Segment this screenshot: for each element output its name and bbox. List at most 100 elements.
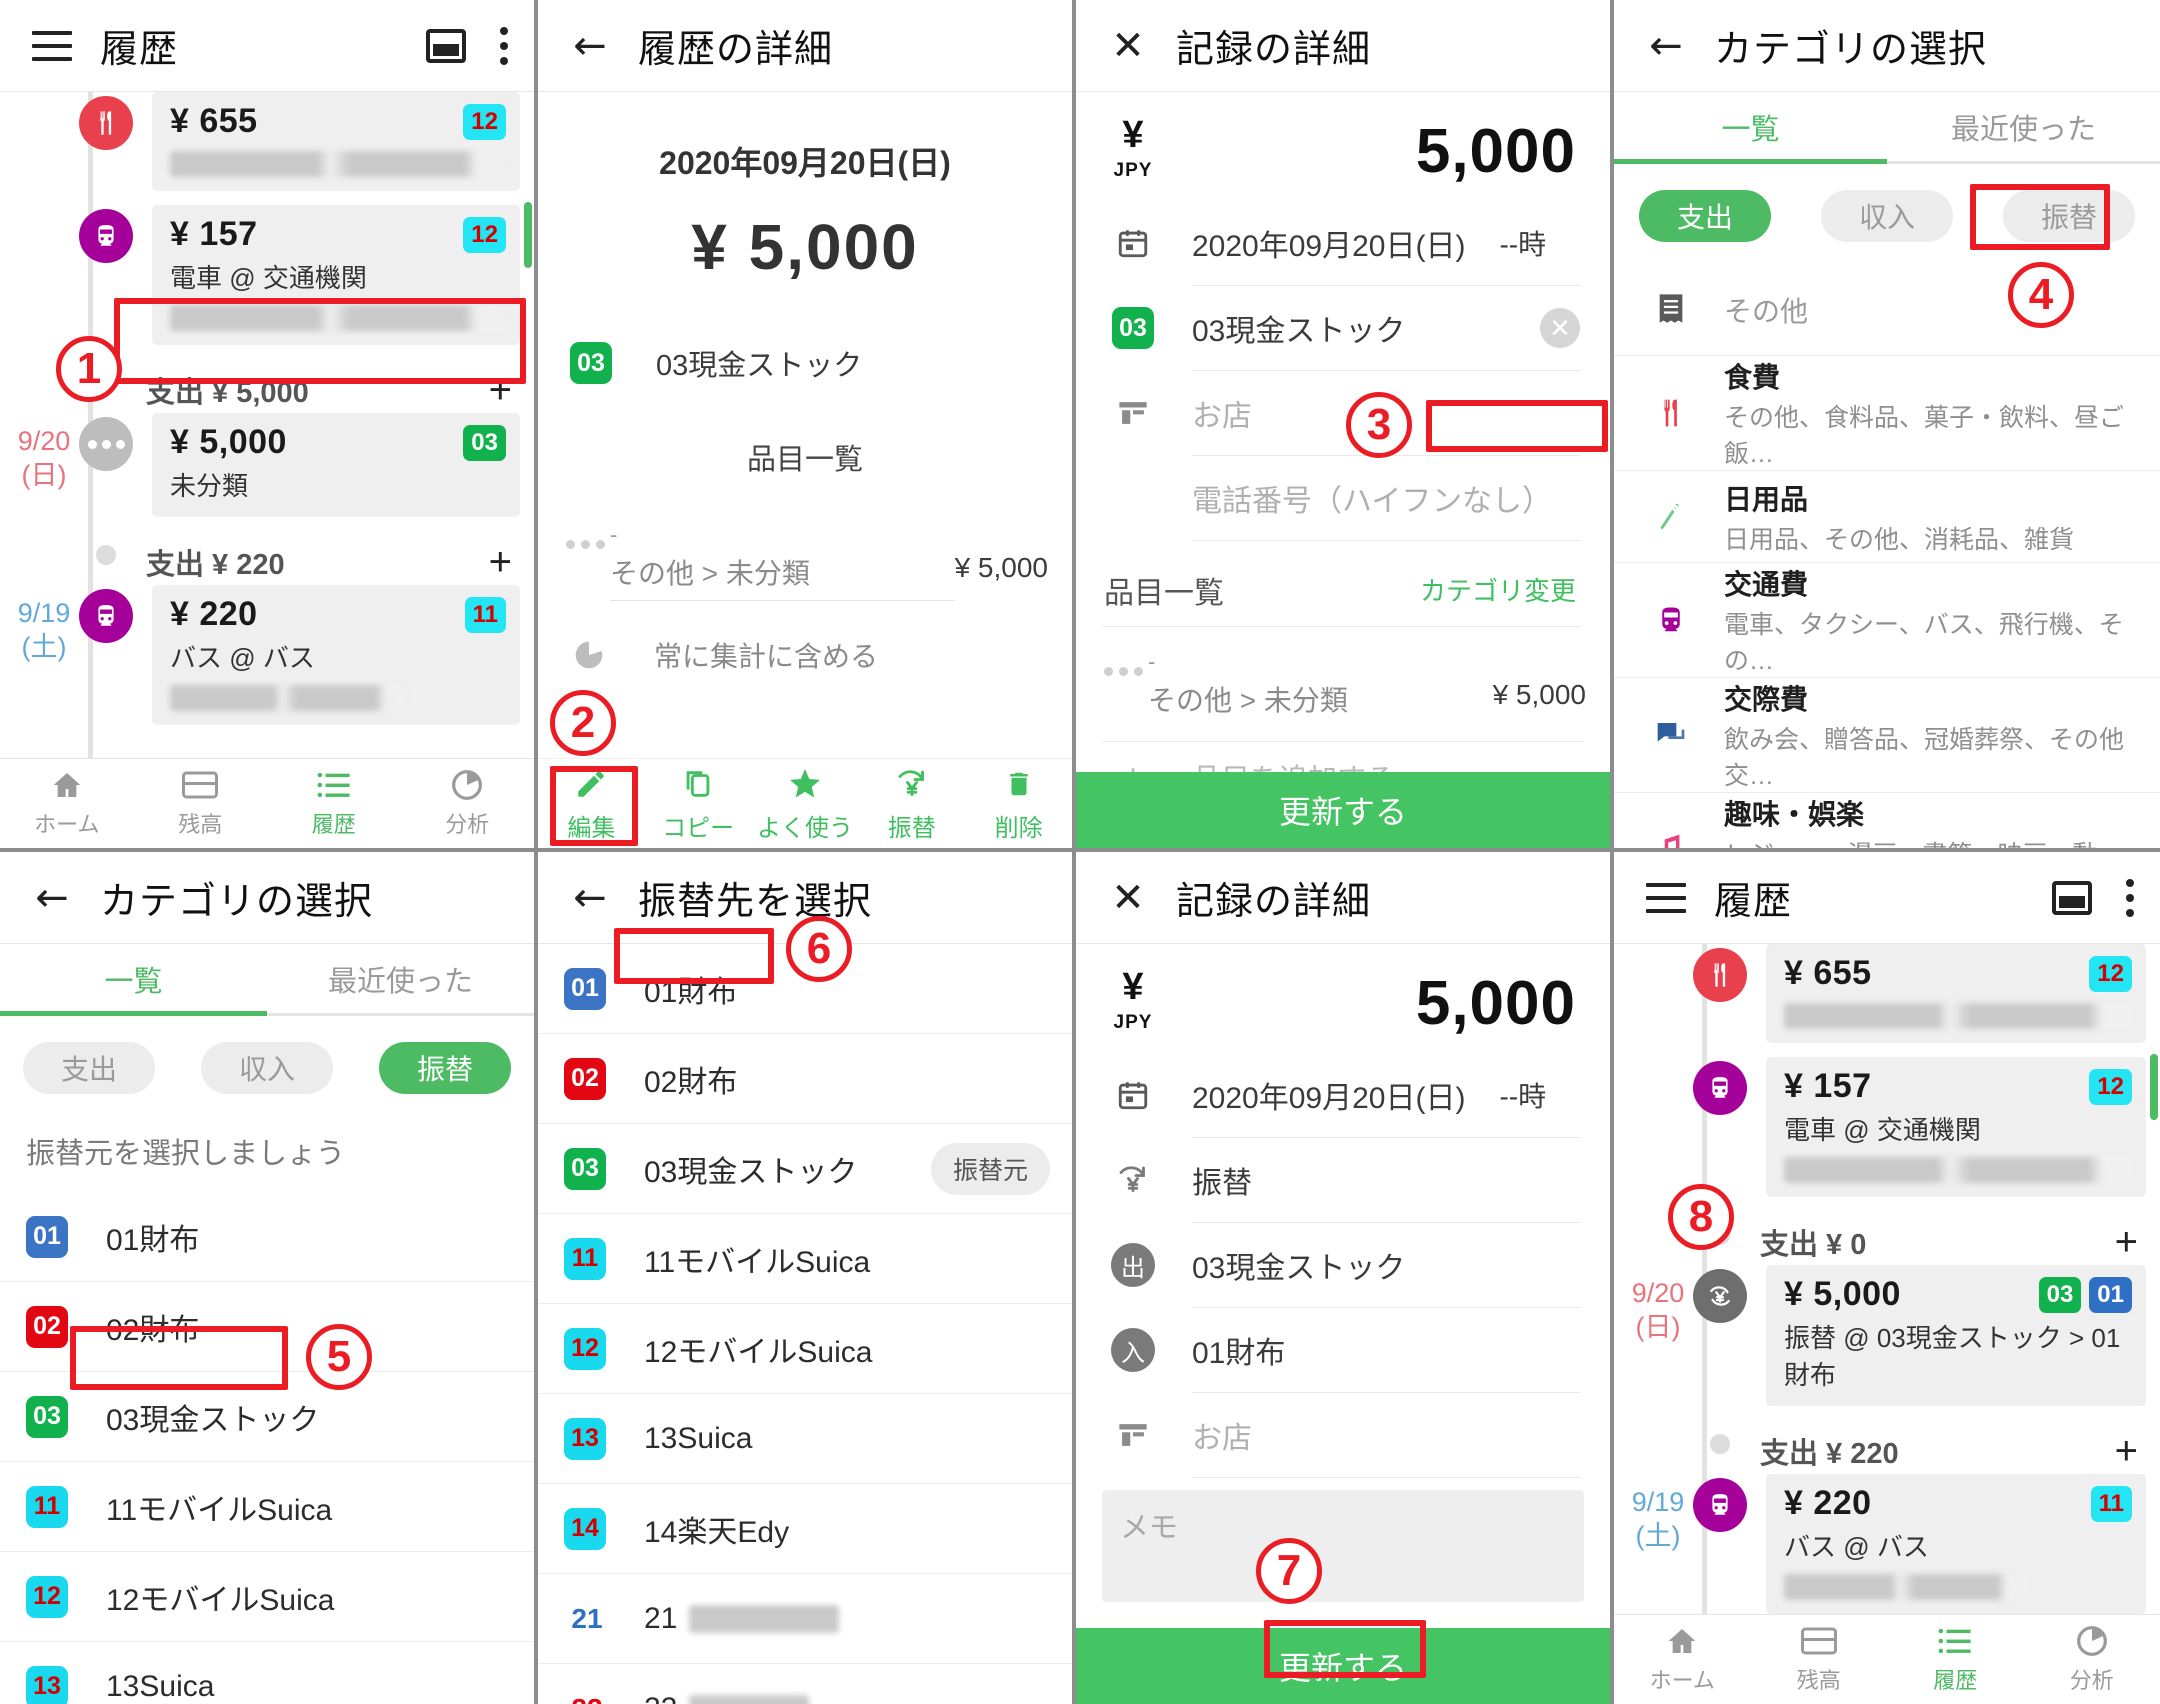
pill-transfer[interactable]: 振替	[2003, 190, 2135, 242]
add-entry-button[interactable]: +	[489, 370, 512, 410]
account-item[interactable]: 14 14楽天Edy	[538, 1484, 1072, 1574]
pill-transfer[interactable]: 振替	[379, 1042, 511, 1094]
inbox-icon[interactable]	[426, 28, 466, 63]
favorite-button[interactable]: よく使う	[752, 764, 859, 843]
record-to-row[interactable]: 入 01財布	[1076, 1308, 1610, 1392]
update-button[interactable]: 更新する	[1076, 1628, 1610, 1704]
record-date-row[interactable]: 2020年09月20日(日) --時	[1076, 201, 1610, 285]
detail-toolbar[interactable]: 編集 コピー よく使う 振替 削除	[538, 758, 1072, 848]
history-list[interactable]: ¥ 655 12 ¥ 157 電車 @ 交通機関 12	[0, 92, 534, 762]
account-list[interactable]: 01 01財布 02 02財布 03 03現金ストック 11 11モバイルSui…	[0, 1192, 534, 1704]
delete-button[interactable]: 削除	[965, 764, 1072, 843]
record-shop-row[interactable]: お店	[1076, 1393, 1610, 1477]
nav-item-history[interactable]: 履歴	[267, 768, 401, 839]
list-item[interactable]: ¥ 157 電車 @ 交通機関 12	[0, 205, 534, 345]
type-pills[interactable]: 支出 収入 振替	[0, 1016, 534, 1116]
back-arrow-icon[interactable]: ←	[26, 878, 78, 918]
nav-item-home[interactable]: ホーム	[1614, 1624, 1751, 1695]
record-amount-row[interactable]: ¥ JPY 5,000	[1076, 944, 1610, 1053]
category-item-transport[interactable]: 交通費 電車、タクシー、バス、飛行機、その…	[1614, 563, 2160, 678]
category-list[interactable]: その他 食費 その他、食料品、菓子・飲料、昼ご飯… 日用品 日用品、その他、消耗…	[1614, 264, 2160, 848]
account-item[interactable]: 21 21	[538, 1574, 1072, 1664]
bottom-nav[interactable]: ホーム 残高 履歴 分析	[0, 758, 534, 848]
shop-input[interactable]: お店	[1192, 1413, 1580, 1457]
category-item-food[interactable]: 食費 その他、食料品、菓子・飲料、昼ご飯…	[1614, 356, 2160, 471]
record-phone-row[interactable]: 電話番号（ハイフンなし）	[1076, 456, 1610, 540]
back-arrow-icon[interactable]: ←	[564, 26, 616, 66]
tab-recent[interactable]: 最近使った	[267, 944, 534, 1013]
clear-icon[interactable]: ✕	[1540, 308, 1580, 348]
record-transfer-row[interactable]: 振替	[1076, 1138, 1610, 1222]
overflow-menu-icon[interactable]	[2126, 878, 2134, 917]
add-entry-button[interactable]: +	[2115, 1431, 2138, 1471]
list-item[interactable]: ¥ 655 12	[0, 92, 534, 191]
update-button[interactable]: 更新する	[1076, 772, 1610, 848]
phone-input[interactable]: 電話番号（ハイフンなし）	[1192, 476, 1580, 520]
category-tabs[interactable]: 一覧 最近使った	[0, 944, 534, 1016]
account-item[interactable]: 22 22	[538, 1664, 1072, 1704]
category-tabs[interactable]: 一覧 最近使った	[1614, 92, 2160, 164]
history-list[interactable]: ¥ 655 12 ¥ 157 電車 @ 交通機関 12	[1614, 944, 2160, 1614]
account-item[interactable]: 11 11モバイルSuica	[538, 1214, 1072, 1304]
pill-expense[interactable]: 支出	[1639, 190, 1771, 242]
category-item-social[interactable]: 交際費 飲み会、贈答品、冠婚葬祭、その他交…	[1614, 678, 2160, 793]
copy-button[interactable]: コピー	[645, 764, 752, 843]
bottom-nav[interactable]: ホーム 残高 履歴 分析	[1614, 1614, 2160, 1704]
add-entry-button[interactable]: +	[489, 542, 512, 582]
account-item[interactable]: 03 03現金ストック 振替元	[538, 1124, 1072, 1214]
nav-item-history[interactable]: 履歴	[1887, 1624, 2024, 1695]
back-arrow-icon[interactable]: ←	[564, 878, 616, 918]
back-arrow-icon[interactable]: ←	[1640, 26, 1692, 66]
pill-income[interactable]: 収入	[201, 1042, 333, 1094]
inbox-icon[interactable]	[2052, 880, 2092, 915]
transfer-button[interactable]: 振替	[858, 764, 965, 843]
record-account-row[interactable]: 03 03現金ストック ✕	[1076, 286, 1610, 370]
type-pills[interactable]: 支出 収入 振替	[1614, 164, 2160, 264]
list-item[interactable]: 9/19 (土) ¥ 220 バス @ バス 11	[1614, 1474, 2160, 1614]
list-item[interactable]: ¥ 157 電車 @ 交通機関 12	[1614, 1057, 2160, 1197]
account-item[interactable]: 02 02財布	[538, 1034, 1072, 1124]
record-date: 2020年09月20日(日)	[1192, 1082, 1466, 1115]
close-x-icon[interactable]: ✕	[1102, 878, 1154, 918]
account-item[interactable]: 12 12モバイルSuica	[538, 1304, 1072, 1394]
account-item[interactable]: 03 03現金ストック	[0, 1372, 534, 1462]
pill-income[interactable]: 収入	[1821, 190, 1953, 242]
record-from-row[interactable]: 出 03現金ストック	[1076, 1223, 1610, 1307]
record-item-row[interactable]: - その他 > 未分類 ¥ 5,000	[1076, 651, 1610, 727]
memo-input[interactable]: メモ	[1102, 1490, 1584, 1602]
category-change-button[interactable]: カテゴリ変更	[1412, 567, 1584, 612]
tab-list[interactable]: 一覧	[0, 944, 267, 1013]
add-entry-button[interactable]: +	[2115, 1222, 2138, 1262]
edit-button[interactable]: 編集	[538, 764, 645, 843]
nav-item-home[interactable]: ホーム	[0, 768, 134, 839]
list-item[interactable]: 9/19 (土) ¥ 220 バス @ バス 11	[0, 585, 534, 725]
record-shop-row[interactable]: お店	[1076, 371, 1610, 455]
tab-recent[interactable]: 最近使った	[1887, 92, 2160, 161]
nav-item-analysis[interactable]: 分析	[2024, 1624, 2160, 1695]
nav-item-analysis[interactable]: 分析	[401, 768, 535, 839]
hamburger-icon[interactable]	[1640, 882, 1692, 913]
account-item[interactable]: 13 13Suica	[538, 1394, 1072, 1484]
redacted-text	[170, 685, 404, 711]
overflow-menu-icon[interactable]	[500, 26, 508, 65]
tab-list[interactable]: 一覧	[1614, 92, 1887, 161]
list-item[interactable]: 9/20 (日) ¥ 5,000 未分類 03	[0, 413, 534, 517]
close-x-icon[interactable]: ✕	[1102, 26, 1154, 66]
hamburger-icon[interactable]	[26, 30, 78, 61]
transfer-account-list[interactable]: 01 01財布 02 02財布 03 03現金ストック 振替元 11 11モバイ…	[538, 944, 1072, 1704]
account-item[interactable]: 02 02財布	[0, 1282, 534, 1372]
pill-expense[interactable]: 支出	[23, 1042, 155, 1094]
category-item-other[interactable]: その他	[1614, 264, 2160, 356]
record-date-row[interactable]: 2020年09月20日(日) --時	[1076, 1053, 1610, 1137]
account-item[interactable]: 11 11モバイルSuica	[0, 1462, 534, 1552]
account-item[interactable]: 13 13Suica	[0, 1642, 534, 1704]
record-amount-row[interactable]: ¥ JPY 5,000	[1076, 92, 1610, 201]
list-item[interactable]: 9/20 (日) ¥ 5,000 振替 @ 03現金ストック > 01財布 03…	[1614, 1265, 2160, 1406]
account-item[interactable]: 12 12モバイルSuica	[0, 1552, 534, 1642]
nav-item-balance[interactable]: 残高	[1751, 1624, 1888, 1695]
category-item-hobby[interactable]: 趣味・娯楽 レジャー、漫画、書籍、映画・動画、…	[1614, 793, 2160, 848]
list-item[interactable]: ¥ 655 12	[1614, 944, 2160, 1043]
account-item[interactable]: 01 01財布	[0, 1192, 534, 1282]
category-item-daily[interactable]: 日用品 日用品、その他、消耗品、雑貨	[1614, 471, 2160, 563]
nav-item-balance[interactable]: 残高	[134, 768, 268, 839]
